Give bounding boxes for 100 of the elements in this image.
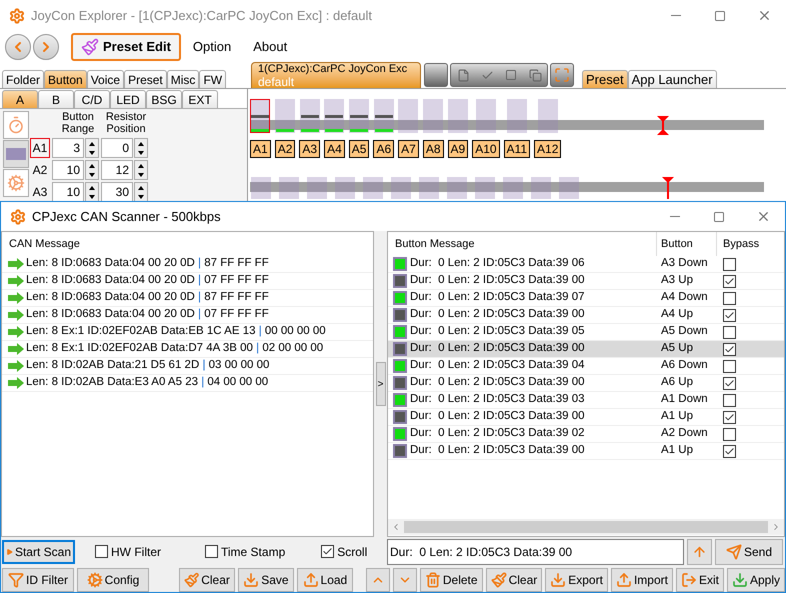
fullscreen-button[interactable]	[550, 63, 574, 87]
filter-button[interactable]: ID Filter	[2, 568, 74, 592]
message-field[interactable]: Dur: 0 Len: 2 ID:05C3 Data:39 00	[387, 538, 684, 564]
spinner-buttons[interactable]	[85, 182, 99, 201]
tab[interactable]: LED	[110, 90, 146, 108]
position-field[interactable]: 0	[101, 138, 133, 158]
button-label[interactable]: A6	[373, 140, 394, 158]
button-label[interactable]: A3	[299, 140, 320, 158]
message-row[interactable]: Dur: 0 Len: 2 ID:05C3 Data:39 00 A1 Up	[388, 443, 784, 460]
save-button[interactable]: Save	[238, 568, 294, 592]
button-slot[interactable]	[349, 99, 370, 133]
can-message[interactable]: Len: 8 Ex:1 ID:02EF02AB Data:D7 4A 3B 00 | 02 00 00 00	[26, 340, 324, 358]
horizontal-scrollbar[interactable]	[388, 519, 784, 535]
message-row[interactable]: Dur: 0 Len: 2 ID:05C3 Data:39 00 A6 Up	[388, 375, 784, 392]
tab[interactable]: Folder	[2, 70, 44, 88]
message-row[interactable]: Dur: 0 Len: 2 ID:05C3 Data:39 00 A5 Up	[388, 341, 784, 358]
bypass-checkbox[interactable]	[723, 274, 736, 288]
tab[interactable]: Voice	[86, 70, 124, 88]
range-field[interactable]: 10	[52, 182, 84, 201]
tab[interactable]: BSG	[146, 90, 182, 108]
can-message[interactable]: Len: 8 ID:0683 Data:04 00 20 0D | 07 FF FF FF	[26, 272, 269, 290]
bypass-checkbox[interactable]	[723, 342, 736, 356]
device-tab[interactable]: 1(CPJexc):CarPC JoyCon Exc default	[251, 62, 421, 88]
checkbox[interactable]	[321, 545, 334, 558]
config-button[interactable]: Config	[77, 568, 149, 592]
position-field[interactable]: 30	[101, 182, 133, 201]
clear-button[interactable]: Clear	[178, 568, 235, 592]
clear-button[interactable]: Clear	[486, 568, 542, 592]
load-button[interactable]: Load	[296, 568, 353, 592]
spinner-buttons[interactable]	[134, 160, 148, 180]
message-row[interactable]: Dur: 0 Len: 2 ID:05C3 Data:39 04 A6 Down	[388, 358, 784, 375]
can-message[interactable]: Len: 8 ID:02AB Data:21 D5 61 2D | 03 00 00 00	[26, 357, 270, 375]
can-message[interactable]: Len: 8 ID:0683 Data:04 00 20 0D | 87 FF FF FF	[26, 289, 269, 307]
can-message[interactable]: Len: 8 ID:0683 Data:04 00 20 0D | 87 FF FF FF	[26, 255, 269, 273]
spinner-buttons[interactable]	[85, 160, 99, 180]
tab[interactable]: Preset	[582, 70, 628, 88]
start-scan-button[interactable]: Start Scan	[2, 540, 75, 564]
tab[interactable]: Preset	[124, 70, 167, 88]
settings-tab[interactable]	[3, 169, 29, 197]
delete-button[interactable]: Delete	[420, 568, 483, 592]
message-row[interactable]: Dur: 0 Len: 2 ID:05C3 Data:39 03 A1 Down	[388, 392, 784, 409]
bypass-checkbox[interactable]	[723, 292, 736, 304]
forward-button[interactable]	[33, 34, 59, 60]
message-row[interactable]: Dur: 0 Len: 2 ID:05C3 Data:39 00 A1 Up	[388, 409, 784, 426]
send-button[interactable]: Send	[715, 538, 783, 564]
bypass-checkbox[interactable]	[723, 410, 736, 424]
message-row[interactable]: Dur: 0 Len: 2 ID:05C3 Data:39 05 A5 Down	[388, 324, 784, 341]
button-label[interactable]: A12	[534, 140, 562, 158]
button-label[interactable]: A9	[448, 140, 468, 158]
tab[interactable]: A	[2, 90, 38, 108]
move-up-button[interactable]	[366, 568, 390, 592]
tab[interactable]: FW	[199, 70, 226, 88]
message-row[interactable]: Dur: 0 Len: 2 ID:05C3 Data:39 00 A4 Up	[388, 307, 784, 324]
button-slot[interactable]	[374, 99, 394, 133]
tab[interactable]: App Launcher	[628, 70, 717, 88]
back-button[interactable]	[5, 34, 31, 60]
preset-edit-button[interactable]: Preset Edit	[71, 32, 181, 60]
tab[interactable]: EXT	[182, 90, 218, 108]
bypass-checkbox[interactable]	[723, 360, 736, 372]
message-row[interactable]: Dur: 0 Len: 2 ID:05C3 Data:39 00 A3 Up	[388, 273, 784, 290]
bypass-checkbox[interactable]	[723, 308, 736, 322]
splitter-button[interactable]: >	[376, 362, 386, 406]
position-field[interactable]: 12	[101, 160, 133, 180]
slider-tab[interactable]	[3, 140, 29, 168]
move-down-button[interactable]	[392, 568, 417, 592]
button-slot[interactable]	[300, 99, 320, 133]
row-label[interactable]: A3	[30, 182, 50, 201]
toolbar-button[interactable]	[424, 63, 448, 87]
bypass-checkbox[interactable]	[723, 394, 736, 406]
range-field[interactable]: 10	[52, 160, 84, 180]
tab[interactable]: C/D	[74, 90, 110, 108]
import-button[interactable]: Import	[610, 568, 673, 592]
button-label[interactable]: A11	[504, 140, 530, 158]
message-row[interactable]: Dur: 0 Len: 2 ID:05C3 Data:39 06 A3 Down	[388, 256, 784, 273]
can-message[interactable]: Len: 8 ID:02AB Data:E3 A0 A5 23 | 04 00 00 00	[26, 374, 268, 392]
bypass-checkbox[interactable]	[723, 376, 736, 390]
export-button[interactable]: Export	[545, 568, 608, 592]
button-label[interactable]: A7	[398, 140, 419, 158]
tab[interactable]: B	[38, 90, 74, 108]
bypass-checkbox[interactable]	[723, 258, 736, 270]
timer-tab[interactable]	[3, 111, 29, 139]
button-label[interactable]: A10	[472, 140, 500, 158]
bypass-checkbox[interactable]	[723, 444, 736, 458]
checkbox[interactable]	[205, 545, 218, 558]
can-message[interactable]: Len: 8 Ex:1 ID:02EF02AB Data:EB 1C AE 13 | 00 00 00 00	[26, 323, 326, 341]
spinner-buttons[interactable]	[134, 182, 148, 201]
row-label[interactable]: A1	[30, 138, 50, 158]
button-slot[interactable]	[324, 99, 344, 133]
button-label[interactable]: A1	[250, 140, 271, 158]
tab[interactable]: Button	[44, 70, 87, 88]
button-label[interactable]: A8	[422, 140, 444, 158]
spinner-buttons[interactable]	[134, 138, 148, 158]
exit-button[interactable]: Exit	[676, 568, 724, 592]
message-row[interactable]: Dur: 0 Len: 2 ID:05C3 Data:39 07 A4 Down	[388, 290, 784, 307]
button-label[interactable]: A5	[348, 140, 370, 158]
button-label[interactable]: A4	[324, 140, 345, 158]
range-field[interactable]: 3	[52, 138, 84, 158]
bypass-checkbox[interactable]	[723, 428, 736, 440]
spinner-buttons[interactable]	[85, 138, 99, 158]
row-label[interactable]: A2	[30, 160, 50, 180]
